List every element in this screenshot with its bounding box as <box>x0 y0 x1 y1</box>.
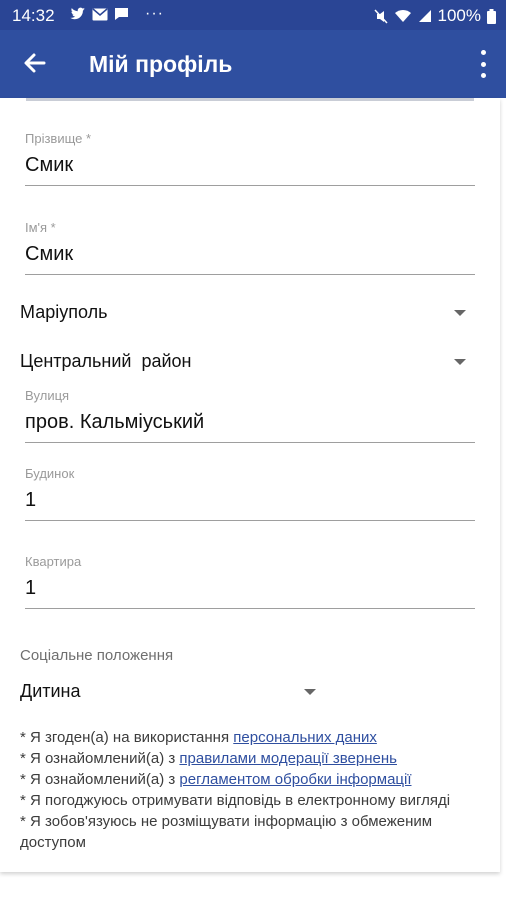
street-input[interactable]: пров. Кальміуський <box>25 411 475 443</box>
chevron-down-icon <box>454 359 466 365</box>
twitter-icon <box>70 7 85 20</box>
apartment-field[interactable]: Квартира 1 <box>25 554 475 609</box>
more-icon: ··· <box>145 5 164 22</box>
district-select[interactable]: Центральний район <box>20 347 472 377</box>
social-status-label: Соціальне положення <box>20 647 174 664</box>
personal-data-link[interactable]: персональних даних <box>233 729 377 746</box>
notification-icons: ··· <box>70 5 164 23</box>
street-label: Вулиця <box>25 388 70 403</box>
surname-input[interactable]: Смик <box>25 154 475 186</box>
processing-regulations-link[interactable]: регламентом обробки інформації <box>179 771 411 788</box>
social-status-value: Дитина <box>20 681 81 701</box>
message-icon <box>115 8 128 20</box>
apartment-label: Квартира <box>25 554 82 569</box>
status-bar: 14:32 ··· 100% <box>0 0 506 30</box>
status-time: 14:32 <box>12 6 55 25</box>
house-label: Будинок <box>25 466 75 481</box>
surname-field[interactable]: Прізвище * Смик <box>25 131 475 186</box>
divider <box>26 98 474 101</box>
battery-icon <box>487 8 496 24</box>
chevron-down-icon <box>454 310 466 316</box>
mute-icon <box>373 8 388 24</box>
agreement-electronic-reply: * Я погоджуюсь отримувати відповідь в ел… <box>20 792 451 809</box>
apartment-input[interactable]: 1 <box>25 577 475 609</box>
city-value: Маріуполь <box>20 302 108 322</box>
system-icons: 100% <box>373 6 496 26</box>
signal-icon <box>418 10 431 22</box>
battery-percent: 100% <box>437 6 481 25</box>
more-vertical-icon[interactable] <box>478 50 488 78</box>
agreement-processing-regulations: * Я ознайомлений(а) з регламентом обробк… <box>20 771 412 788</box>
first-name-label: Ім'я * <box>25 220 56 235</box>
app-bar: Мій профіль <box>0 30 506 98</box>
house-field[interactable]: Будинок 1 <box>25 466 475 521</box>
first-name-input[interactable]: Смик <box>25 243 475 275</box>
wifi-icon <box>394 10 411 22</box>
arrow-left-icon[interactable] <box>20 48 50 78</box>
mail-icon <box>92 7 108 20</box>
moderation-rules-link[interactable]: правилами модерації звернень <box>179 750 397 767</box>
page-title: Мій профіль <box>89 51 233 77</box>
agreements-block: * Я згоден(а) на використання персональн… <box>20 727 490 853</box>
surname-label: Прізвище * <box>25 131 92 146</box>
first-name-field[interactable]: Ім'я * Смик <box>25 220 475 275</box>
social-status-select[interactable]: Дитина <box>20 677 322 707</box>
chevron-down-icon <box>304 689 316 695</box>
street-field[interactable]: Вулиця пров. Кальміуський <box>25 388 475 443</box>
house-input[interactable]: 1 <box>25 489 475 521</box>
agreement-moderation-rules: * Я ознайомлений(а) з правилами модераці… <box>20 750 397 767</box>
agreement-restricted-info: * Я зобов'язуюсь не розміщувати інформац… <box>20 813 433 851</box>
agreement-personal-data: * Я згоден(а) на використання персональн… <box>20 729 377 746</box>
city-select[interactable]: Маріуполь <box>20 298 472 328</box>
district-value: Центральний район <box>20 351 192 371</box>
